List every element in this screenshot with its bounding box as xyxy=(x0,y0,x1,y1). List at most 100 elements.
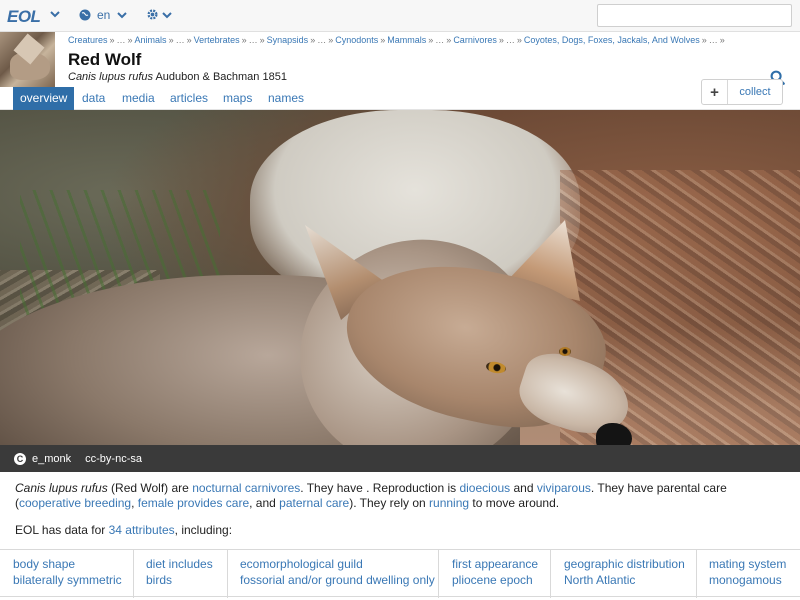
page-tabs: overview data media articles maps names xyxy=(0,87,800,110)
image-author[interactable]: e_monk xyxy=(32,453,71,465)
breadcrumb-separator: » xyxy=(516,35,522,45)
breadcrumb-separator: » xyxy=(428,35,434,45)
attribute-key: geographic distribution xyxy=(564,557,685,571)
grid-divider xyxy=(0,596,800,600)
summary-text-part: and xyxy=(510,481,537,495)
breadcrumb-item[interactable]: Vertebrates xyxy=(194,35,240,45)
attribute-value: fossorial and/or ground dwelling only xyxy=(240,573,435,587)
attribute-key: diet includes xyxy=(146,557,213,571)
breadcrumb-separator: » xyxy=(127,35,133,45)
breadcrumb-ellipsis[interactable]: … xyxy=(506,35,515,45)
copyright-icon: C xyxy=(14,452,26,465)
breadcrumb-item[interactable]: Coyotes, Dogs, Foxes, Jackals, And Wolve… xyxy=(524,35,700,45)
tab-maps[interactable]: maps xyxy=(216,87,259,110)
search-input[interactable] xyxy=(597,4,792,27)
breadcrumb-ellipsis[interactable]: … xyxy=(117,35,126,45)
attribute-card[interactable]: body shape bilaterally symmetric xyxy=(0,550,134,598)
attribute-value: monogamous xyxy=(709,573,782,587)
globe-icon xyxy=(79,9,91,21)
scientific-name-text: Canis lupus rufus xyxy=(68,71,153,83)
tab-names[interactable]: names xyxy=(261,87,311,110)
link-dioecious[interactable]: dioecious xyxy=(459,481,510,495)
breadcrumb: Creatures»…» Animals»…» Vertebrates»…» Syna… xyxy=(68,35,727,45)
breadcrumb-separator: » xyxy=(259,35,265,45)
eol-logo[interactable]: EOL xyxy=(7,7,41,27)
data-note-suffix: , including: xyxy=(174,523,233,537)
breadcrumb-ellipsis[interactable]: … xyxy=(176,35,185,45)
attribute-value: birds xyxy=(146,573,173,587)
breadcrumb-separator: » xyxy=(719,35,725,45)
breadcrumb-separator: » xyxy=(186,35,192,45)
chevron-down-icon[interactable] xyxy=(49,8,61,20)
attribute-card[interactable]: ecomorphological guild fossorial and/or … xyxy=(227,550,439,598)
language-selector[interactable]: en xyxy=(79,8,128,22)
attribute-card[interactable]: diet includes birds xyxy=(133,550,228,598)
breadcrumb-separator: » xyxy=(498,35,504,45)
attributes-grid: body shape bilaterally symmetric diet in… xyxy=(0,549,800,600)
taxon-thumbnail[interactable] xyxy=(0,32,55,87)
link-paternal-care[interactable]: paternal care xyxy=(279,496,349,510)
scientific-name: Canis lupus rufus Audubon & Bachman 1851 xyxy=(68,71,287,83)
summary-text-part: ). They rely on xyxy=(349,496,430,510)
link-carnivores[interactable]: carnivores xyxy=(245,481,300,495)
language-label: en xyxy=(97,8,111,22)
breadcrumb-ellipsis[interactable]: … xyxy=(317,35,326,45)
breadcrumb-item[interactable]: Cynodonts xyxy=(335,35,378,45)
top-bar: EOL en xyxy=(0,0,800,32)
attribute-key: body shape xyxy=(13,557,76,571)
page-title: Red Wolf xyxy=(68,50,142,69)
tab-media[interactable]: media xyxy=(115,87,162,110)
breadcrumb-item[interactable]: Carnivores xyxy=(453,35,497,45)
attribute-card[interactable]: first appearance pliocene epoch xyxy=(439,550,551,598)
breadcrumb-ellipsis[interactable]: … xyxy=(249,35,258,45)
attribute-key: ecomorphological guild xyxy=(240,557,363,571)
data-note: EOL has data for 34 attributes, includin… xyxy=(15,523,232,537)
gear-icon xyxy=(147,9,158,20)
breadcrumb-ellipsis[interactable]: … xyxy=(709,35,718,45)
attribute-key: first appearance xyxy=(452,557,539,571)
attribute-value: pliocene epoch xyxy=(452,573,533,587)
link-cooperative-breeding[interactable]: cooperative breeding xyxy=(19,496,131,510)
chevron-down-icon xyxy=(162,11,172,18)
attribute-value: bilaterally symmetric xyxy=(13,573,122,587)
breadcrumb-separator: » xyxy=(380,35,386,45)
tab-data[interactable]: data xyxy=(75,87,112,110)
summary-text-part: (Red Wolf) are xyxy=(107,481,193,495)
attribute-key: mating system xyxy=(709,557,787,571)
link-female-provides-care[interactable]: female provides care xyxy=(138,496,249,510)
breadcrumb-separator: » xyxy=(701,35,707,45)
summary-sci-name: Canis lupus rufus xyxy=(15,481,108,495)
authority-text: Audubon & Bachman 1851 xyxy=(155,71,287,83)
breadcrumb-separator: » xyxy=(310,35,316,45)
breadcrumb-separator: » xyxy=(109,35,115,45)
breadcrumb-item[interactable]: Synapsids xyxy=(267,35,309,45)
breadcrumb-separator: » xyxy=(446,35,452,45)
hero-image[interactable] xyxy=(0,110,800,445)
breadcrumb-separator: » xyxy=(328,35,334,45)
summary-text-part: to move around. xyxy=(469,496,560,510)
breadcrumb-item[interactable]: Mammals xyxy=(387,35,426,45)
tab-articles[interactable]: articles xyxy=(163,87,215,110)
breadcrumb-item[interactable]: Creatures xyxy=(68,35,108,45)
image-license[interactable]: cc-by-nc-sa xyxy=(85,453,142,465)
breadcrumb-ellipsis[interactable]: … xyxy=(435,35,444,45)
summary-text-part: . They have . Reproduction is xyxy=(300,481,460,495)
attribute-card[interactable]: geographic distribution North Atlantic xyxy=(551,550,697,598)
link-nocturnal[interactable]: nocturnal xyxy=(192,481,241,495)
page-header: Creatures»…» Animals»…» Vertebrates»…» Syna… xyxy=(0,32,800,105)
settings-menu[interactable] xyxy=(146,8,173,21)
summary-text-part: , and xyxy=(249,496,280,510)
link-viviparous[interactable]: viviparous xyxy=(537,481,591,495)
link-attributes-count[interactable]: 34 attributes xyxy=(109,523,175,537)
breadcrumb-separator: » xyxy=(168,35,174,45)
summary-text: Canis lupus rufus (Red Wolf) are nocturn… xyxy=(15,481,790,511)
image-attribution: C e_monk cc-by-nc-sa xyxy=(0,445,800,472)
attribute-value: North Atlantic xyxy=(564,573,636,587)
data-note-prefix: EOL has data for xyxy=(15,523,109,537)
breadcrumb-separator: » xyxy=(241,35,247,45)
summary-text-part: , xyxy=(131,496,138,510)
tab-overview[interactable]: overview xyxy=(13,87,75,110)
breadcrumb-item[interactable]: Animals xyxy=(135,35,167,45)
link-running[interactable]: running xyxy=(429,496,469,510)
attribute-card[interactable]: mating system monogamous xyxy=(696,550,800,598)
